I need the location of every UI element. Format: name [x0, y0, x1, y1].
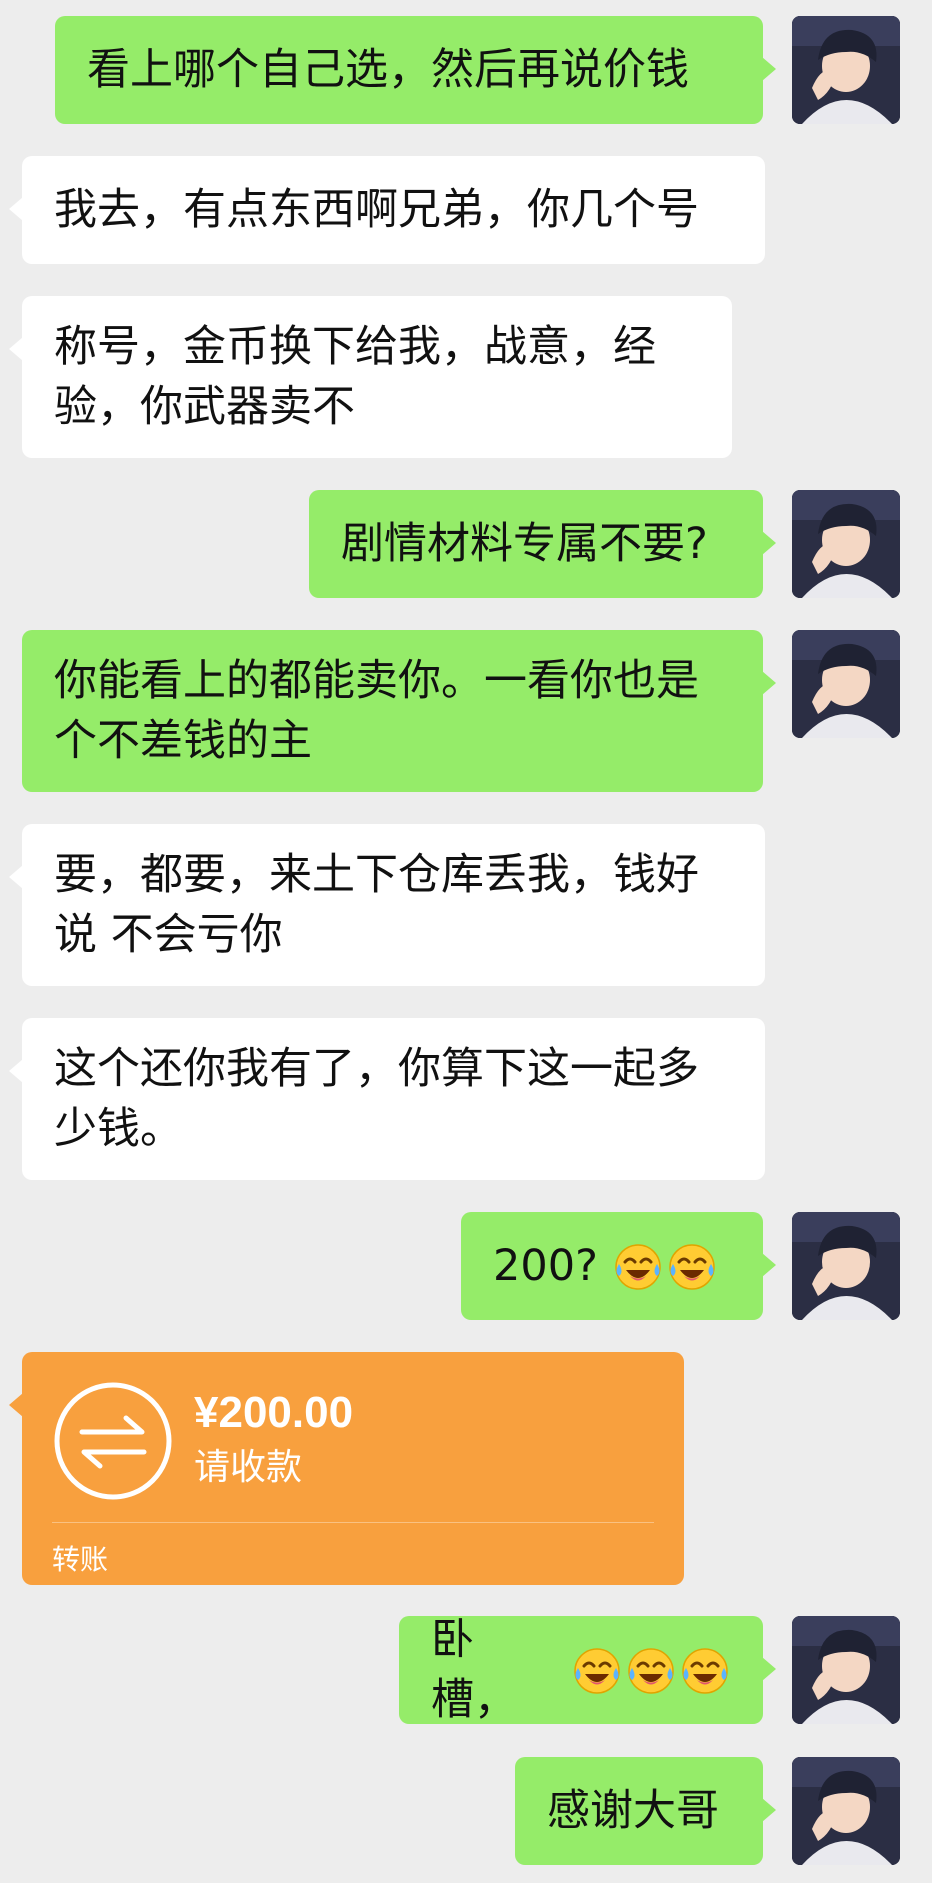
tears-of-joy-emoji — [666, 1240, 718, 1292]
user-avatar[interactable] — [792, 490, 900, 598]
transfer-status: 请收款 — [194, 1447, 303, 1488]
their-message-bubble[interactable]: 称号，金币换下给我，战意，经 验，你武器卖不 — [9, 296, 732, 458]
my-message-bubble[interactable]: 你能看上的都能卖你。一看你也是 个不差钱的主 — [22, 630, 776, 792]
user-avatar[interactable] — [792, 1212, 900, 1320]
message-text: 我去，有点东西啊兄弟，你几个号 — [54, 185, 699, 235]
my-message-bubble[interactable]: 感谢大哥 — [515, 1757, 776, 1865]
their-message-bubble[interactable]: 我去，有点东西啊兄弟，你几个号 — [9, 156, 765, 264]
transfer-footer: 转账 — [52, 1543, 109, 1576]
message-text: 卧槽， — [431, 1615, 517, 1725]
user-avatar[interactable] — [792, 1616, 900, 1724]
user-avatar[interactable] — [792, 630, 900, 738]
message-text: 你能看上的都能卖你。一看你也是 个不差钱的主 — [54, 656, 699, 766]
their-message-bubble[interactable]: 这个还你我有了，你算下这一起多 少钱。 — [9, 1018, 765, 1180]
transfer-amount: ¥200.00 — [194, 1388, 354, 1437]
emoji-group — [571, 1644, 731, 1696]
my-message-bubble[interactable]: 看上哪个自己选，然后再说价钱 — [55, 16, 776, 124]
transfer-arrows-icon — [52, 1380, 174, 1502]
message-text: 200? — [493, 1241, 598, 1291]
their-message-bubble[interactable]: 要，都要，来土下仓库丢我，钱好 说 不会亏你 — [9, 824, 765, 986]
tears-of-joy-emoji — [679, 1644, 731, 1696]
tears-of-joy-emoji — [625, 1644, 677, 1696]
user-avatar[interactable] — [792, 1757, 900, 1865]
message-text: 剧情材料专属不要? — [341, 519, 708, 569]
message-text: 看上哪个自己选，然后再说价钱 — [87, 45, 689, 95]
message-text: 这个还你我有了，你算下这一起多 少钱。 — [54, 1044, 699, 1154]
message-text: 要，都要，来土下仓库丢我，钱好 说 不会亏你 — [54, 850, 699, 960]
transfer-divider — [52, 1522, 654, 1523]
message-text: 称号，金币换下给我，战意，经 验，你武器卖不 — [54, 322, 656, 432]
my-message-bubble[interactable]: 200? — [461, 1212, 776, 1320]
user-avatar[interactable] — [792, 16, 900, 124]
message-text: 感谢大哥 — [547, 1786, 719, 1836]
tears-of-joy-emoji — [571, 1644, 623, 1696]
transfer-card[interactable]: ¥200.00 请收款 转账 — [9, 1352, 684, 1585]
my-message-bubble[interactable]: 剧情材料专属不要? — [309, 490, 776, 598]
tears-of-joy-emoji — [612, 1240, 664, 1292]
emoji-group — [612, 1240, 718, 1292]
my-message-bubble[interactable]: 卧槽， — [399, 1615, 776, 1725]
chat-area: 看上哪个自己选，然后再说价钱我去，有点东西啊兄弟，你几个号称号，金币换下给我，战… — [0, 0, 932, 1883]
